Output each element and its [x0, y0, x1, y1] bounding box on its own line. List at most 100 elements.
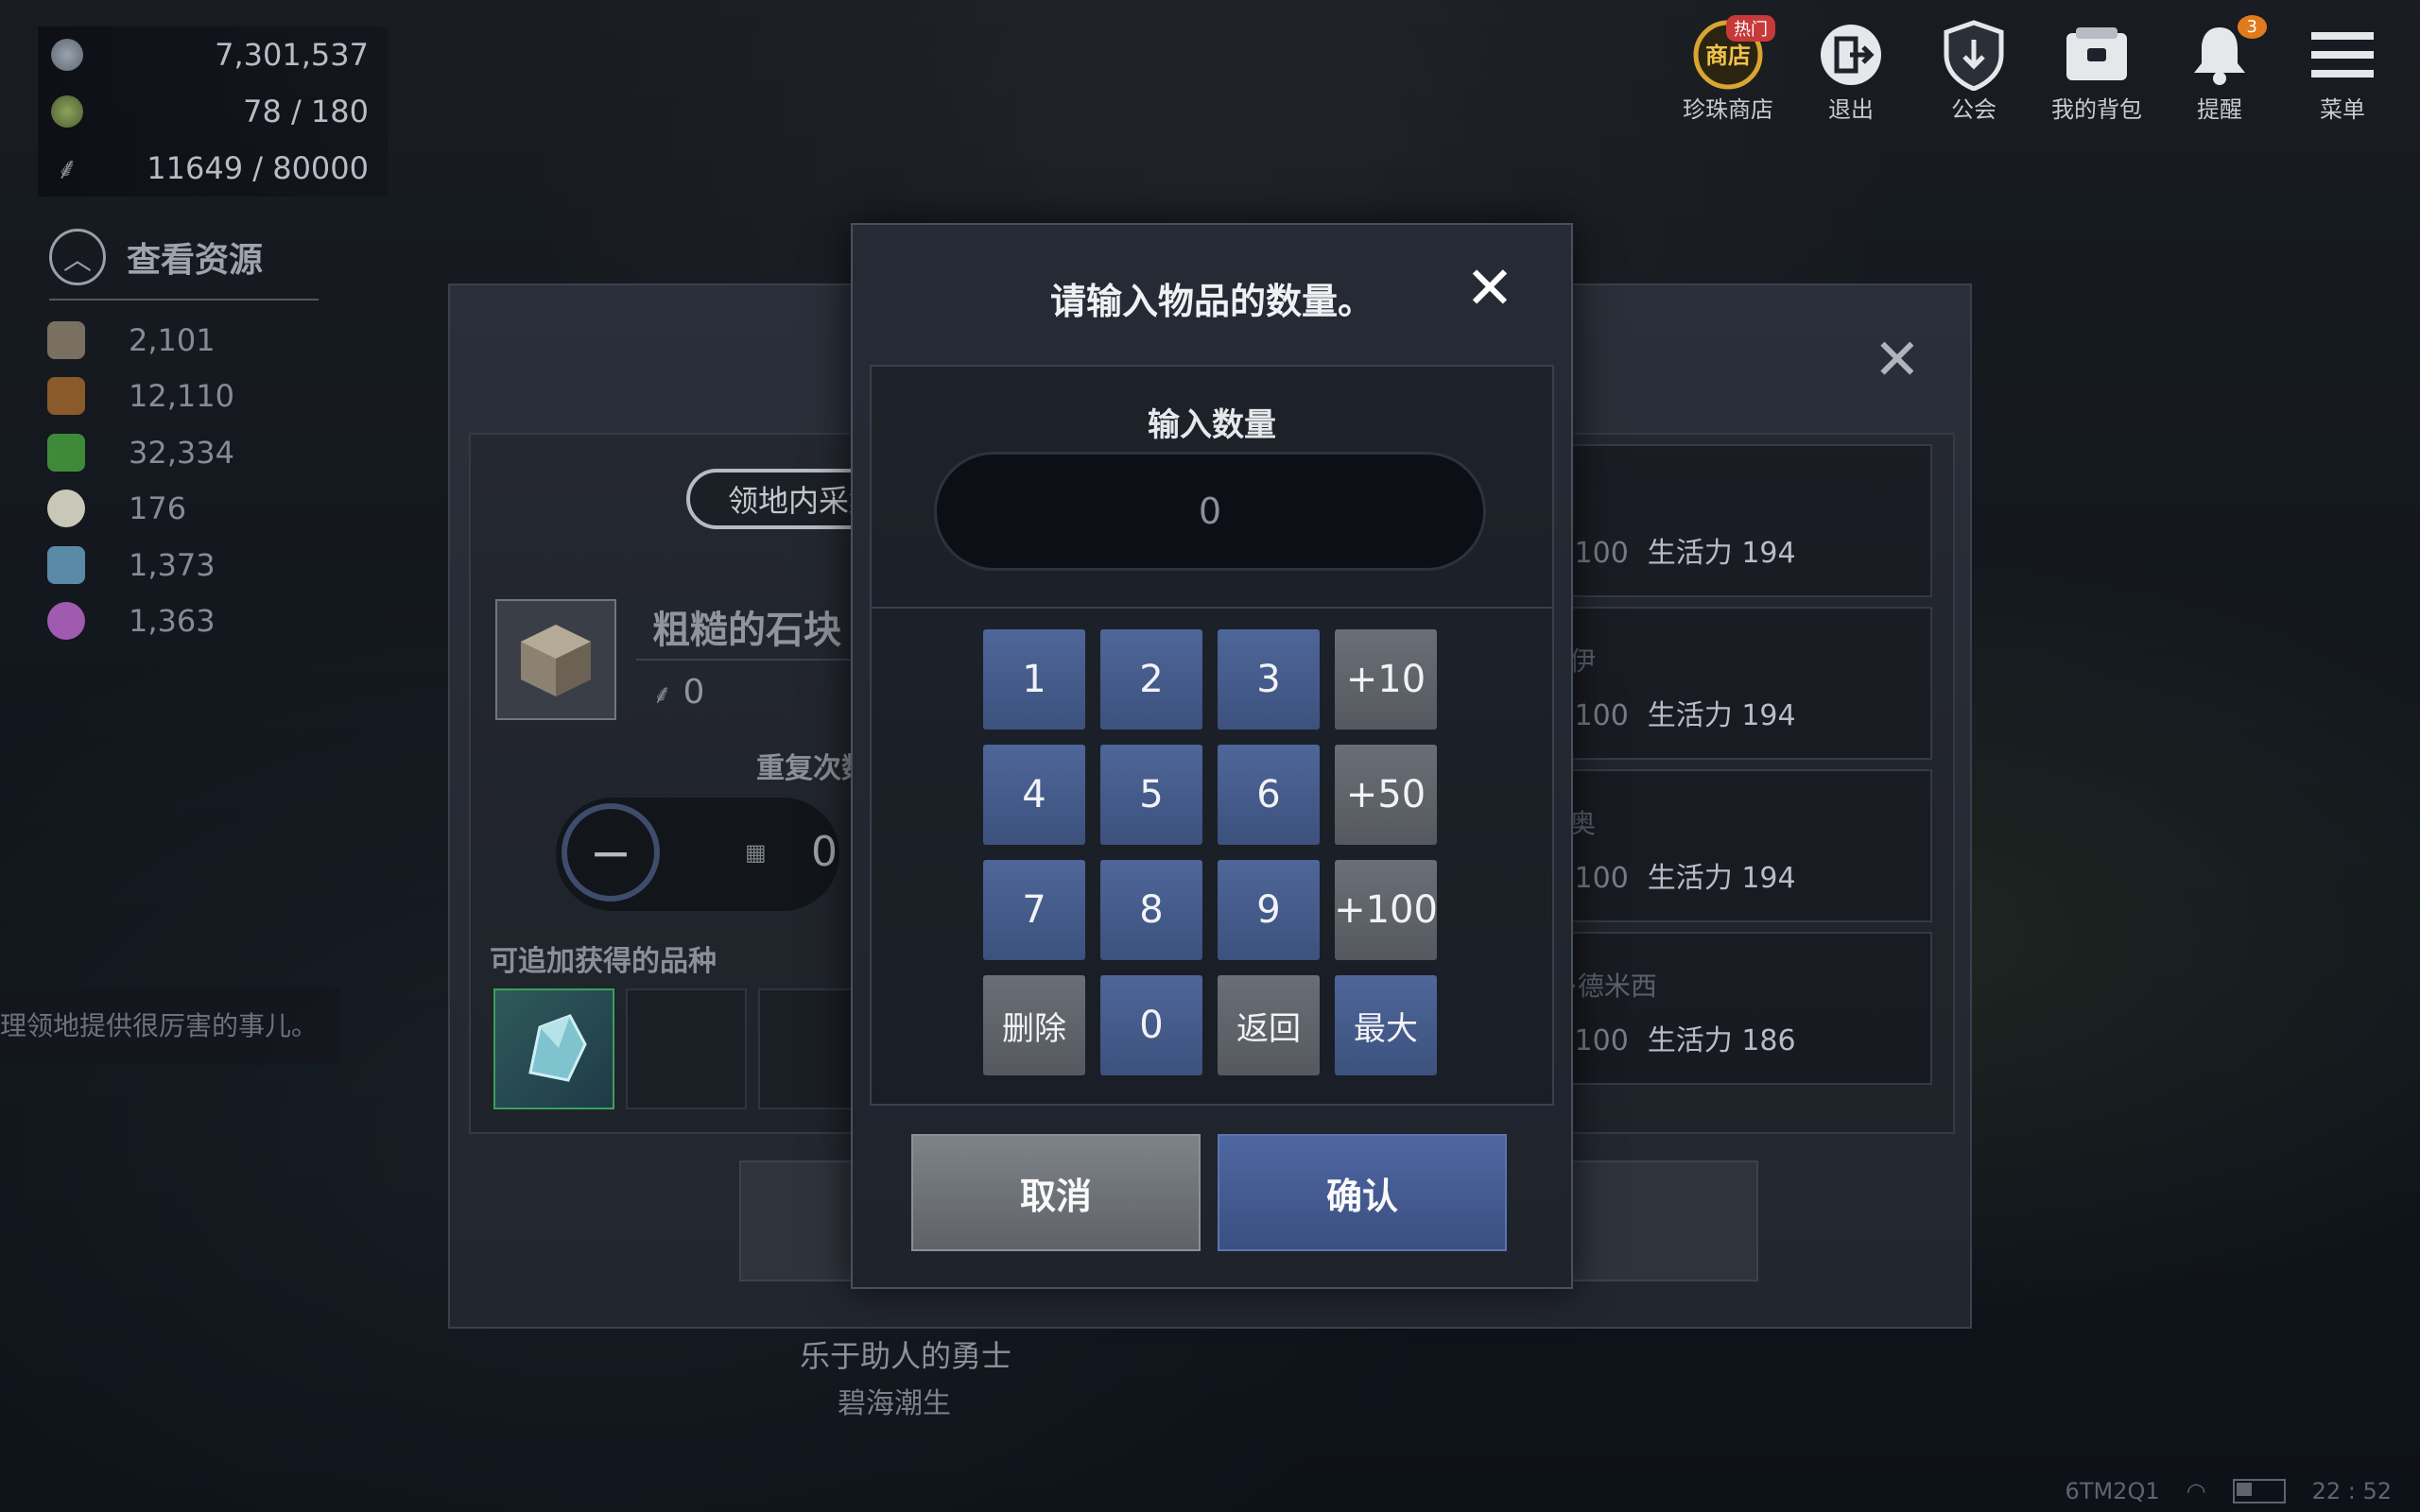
material-count: 32,334 — [129, 434, 234, 471]
view-resources-label: 查看资源 — [127, 241, 264, 280]
view-resources-toggle[interactable]: ︿ 查看资源 — [49, 229, 319, 301]
numeric-keypad: 1 2 3 +10 4 5 6 +50 7 8 9 +100 删除 0 返回 最… — [983, 629, 1438, 1075]
material-row: 176 — [47, 481, 234, 538]
key-6[interactable]: 6 — [1218, 745, 1320, 845]
top-nav: 商店 热门 珍珠商店 退出 公会 我的背包 3 提醒 菜单 — [1679, 15, 2392, 124]
hot-badge: 热门 — [1726, 15, 1775, 42]
nav-label: 菜单 — [2320, 96, 2365, 123]
key-5[interactable]: 5 — [1100, 745, 1202, 845]
input-label: 输入数量 — [1148, 406, 1276, 444]
extra-items-label: 可追加获得的品种 — [490, 945, 717, 978]
keyboard-icon[interactable]: ▦ — [745, 839, 767, 866]
side-note: 理领地提供很厉害的事儿。 — [0, 988, 340, 1065]
material-count: 176 — [129, 490, 187, 527]
key-2[interactable]: 2 — [1100, 629, 1202, 730]
stone-icon — [47, 320, 85, 359]
energy-row: ⸙ 11649 / 80000 — [38, 140, 388, 197]
energy-sprout-icon: ⸙ — [55, 150, 78, 186]
svg-text:商店: 商店 — [1705, 43, 1751, 69]
energy-sprout-icon: ⸙ — [652, 679, 673, 710]
bag-button[interactable]: 我的背包 — [2048, 19, 2146, 124]
key-plus-10[interactable]: +10 — [1335, 629, 1437, 730]
nav-label: 退出 — [1828, 96, 1874, 123]
stone-block-icon — [521, 625, 591, 696]
menu-icon — [2307, 19, 2378, 91]
resident-card[interactable]: 安提提奥 忠诚度 100生活力 194 — [1480, 769, 1932, 922]
guild-shield-icon — [1938, 19, 2010, 91]
minus-button[interactable]: − — [562, 803, 660, 902]
silver-value: 7,301,537 — [215, 37, 369, 73]
gem-icon — [47, 602, 85, 641]
key-max[interactable]: 最大 — [1335, 975, 1437, 1075]
player-title: 乐于助人的勇士 — [800, 1338, 1012, 1374]
exit-icon — [1815, 19, 1887, 91]
divider — [636, 659, 882, 661]
material-count: 12,110 — [129, 378, 234, 415]
rough-stone-slot[interactable] — [495, 599, 616, 720]
key-9[interactable]: 9 — [1218, 860, 1320, 960]
energy-value: 11649 / 80000 — [147, 150, 369, 186]
key-back[interactable]: 返回 — [1218, 975, 1320, 1075]
repeat-value: 0 — [811, 828, 838, 876]
key-delete[interactable]: 删除 — [983, 975, 1085, 1075]
close-icon[interactable]: ✕ — [1465, 259, 1514, 318]
resource-panel: 7,301,537 78 / 180 ⸙ 11649 / 80000 — [38, 26, 388, 197]
material-row: 1,373 — [47, 537, 234, 593]
key-plus-100[interactable]: +100 — [1334, 860, 1438, 960]
exit-button[interactable]: 退出 — [1802, 19, 1900, 124]
nav-label: 我的背包 — [2051, 96, 2142, 123]
material-row: 1,363 — [47, 593, 234, 650]
bag-icon — [2061, 19, 2133, 91]
extra-item-slot[interactable] — [626, 988, 747, 1109]
nav-label: 提醒 — [2197, 96, 2242, 123]
nav-label: 珍珠商店 — [1683, 96, 1773, 123]
nav-label: 公会 — [1951, 96, 1996, 123]
resident-list: 忠诚度 100生活力 194 奥兰度伊 忠诚度 100生活力 194 安提提奥 … — [1480, 444, 1932, 1094]
weight-value: 78 / 180 — [243, 94, 369, 129]
material-row: 2,101 — [47, 312, 234, 369]
key-3[interactable]: 3 — [1218, 629, 1320, 730]
silver-row: 7,301,537 — [38, 26, 388, 83]
resident-card[interactable]: 忠诚度 100生活力 194 — [1480, 444, 1932, 597]
wifi-icon: ◠ — [2186, 1478, 2206, 1504]
key-0[interactable]: 0 — [1100, 975, 1202, 1075]
leaf-icon — [47, 433, 85, 472]
menu-button[interactable]: 菜单 — [2293, 19, 2392, 124]
resident-card[interactable]: 法比奥·德米西 忠诚度 100生活力 186 — [1480, 932, 1932, 1085]
key-8[interactable]: 8 — [1100, 860, 1202, 960]
quantity-input[interactable]: 0 — [934, 452, 1486, 571]
key-1[interactable]: 1 — [983, 629, 1085, 730]
resident-card[interactable]: 奥兰度伊 忠诚度 100生活力 194 — [1480, 607, 1932, 760]
weight-row: 78 / 180 — [38, 83, 388, 140]
extra-item-slot[interactable] — [493, 988, 614, 1109]
modal-body: 输入数量 0 1 2 3 +10 4 5 6 +50 7 8 9 +100 删除… — [870, 365, 1554, 1106]
clock: 22 : 52 — [2311, 1478, 2392, 1504]
guild-button[interactable]: 公会 — [1925, 19, 2023, 124]
pearl-shop-button[interactable]: 商店 热门 珍珠商店 — [1679, 15, 1777, 124]
quantity-input-modal: 请输入物品的数量。 ✕ 输入数量 0 1 2 3 +10 4 5 6 +50 7… — [851, 223, 1573, 1289]
material-list: 2,101 12,110 32,334 176 1,373 1,363 — [47, 312, 234, 649]
modal-title: 请输入物品的数量。 — [1049, 281, 1374, 322]
silver-coin-icon — [51, 39, 83, 71]
divider — [872, 607, 1552, 609]
key-4[interactable]: 4 — [983, 745, 1085, 845]
alert-count-badge: 3 — [2237, 15, 2267, 39]
confirm-button[interactable]: 确认 — [1218, 1134, 1507, 1251]
repeat-stepper: − ▦ 0 — [556, 798, 839, 911]
chevron-up-icon: ︿ — [49, 229, 106, 285]
cancel-button[interactable]: 取消 — [911, 1134, 1201, 1251]
key-7[interactable]: 7 — [983, 860, 1085, 960]
cotton-icon — [47, 490, 85, 528]
status-bar: 6TM2Q1 ◠ 22 : 52 — [2066, 1478, 2392, 1504]
material-count: 2,101 — [129, 321, 216, 358]
material-row: 32,334 — [47, 424, 234, 481]
material-count: 1,373 — [129, 546, 216, 583]
device-code: 6TM2Q1 — [2065, 1478, 2160, 1504]
crystal-ore-icon — [528, 1014, 587, 1082]
crystal-icon — [47, 545, 85, 584]
item-count-value: 0 — [683, 673, 705, 712]
close-icon[interactable]: ✕ — [1874, 327, 1921, 393]
item-count: ⸙ 0 — [652, 673, 704, 712]
key-plus-50[interactable]: +50 — [1335, 745, 1437, 845]
alert-button[interactable]: 3 提醒 — [2170, 15, 2269, 124]
